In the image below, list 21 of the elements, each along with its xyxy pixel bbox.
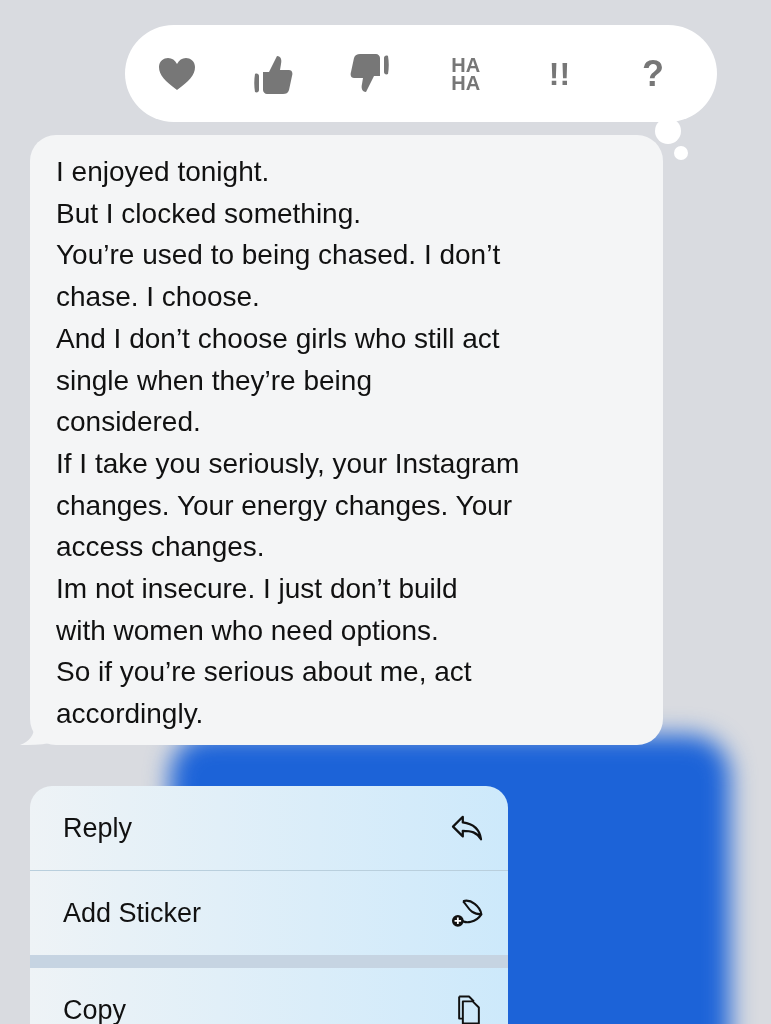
bubble-tail-dot xyxy=(674,146,688,160)
message-text: And I don’t choose girls who still act xyxy=(56,321,501,356)
menu-item[interactable]: Copy xyxy=(30,968,508,1024)
message-text: But I clocked something. xyxy=(56,196,363,231)
message-text: single when they’re being xyxy=(56,363,373,398)
message-text: changes. Your energy changes. Your xyxy=(56,488,514,523)
message-text: If I take you seriously, your Instagram xyxy=(56,446,521,481)
message-text: chase. I choose. xyxy=(56,280,261,315)
message-text: Im not insecure. I just don’t build xyxy=(56,572,459,607)
message-text: accordingly. xyxy=(56,697,205,732)
heart-icon[interactable] xyxy=(157,55,197,92)
message-text: with women who need options. xyxy=(56,613,440,648)
message-text: I enjoyed tonight. xyxy=(56,155,271,189)
tapback-label[interactable]: !! xyxy=(539,64,580,83)
message-text: access changes. xyxy=(56,530,266,565)
message-text: considered. xyxy=(56,405,202,440)
message-text: So if you’re serious about me, act xyxy=(56,655,473,690)
reply-icon xyxy=(450,814,484,842)
message-text: You’re used to being chased. I don’t xyxy=(56,238,502,273)
menu-item[interactable]: Add Sticker xyxy=(30,871,508,955)
tapback-label[interactable]: HA HA xyxy=(445,55,486,92)
